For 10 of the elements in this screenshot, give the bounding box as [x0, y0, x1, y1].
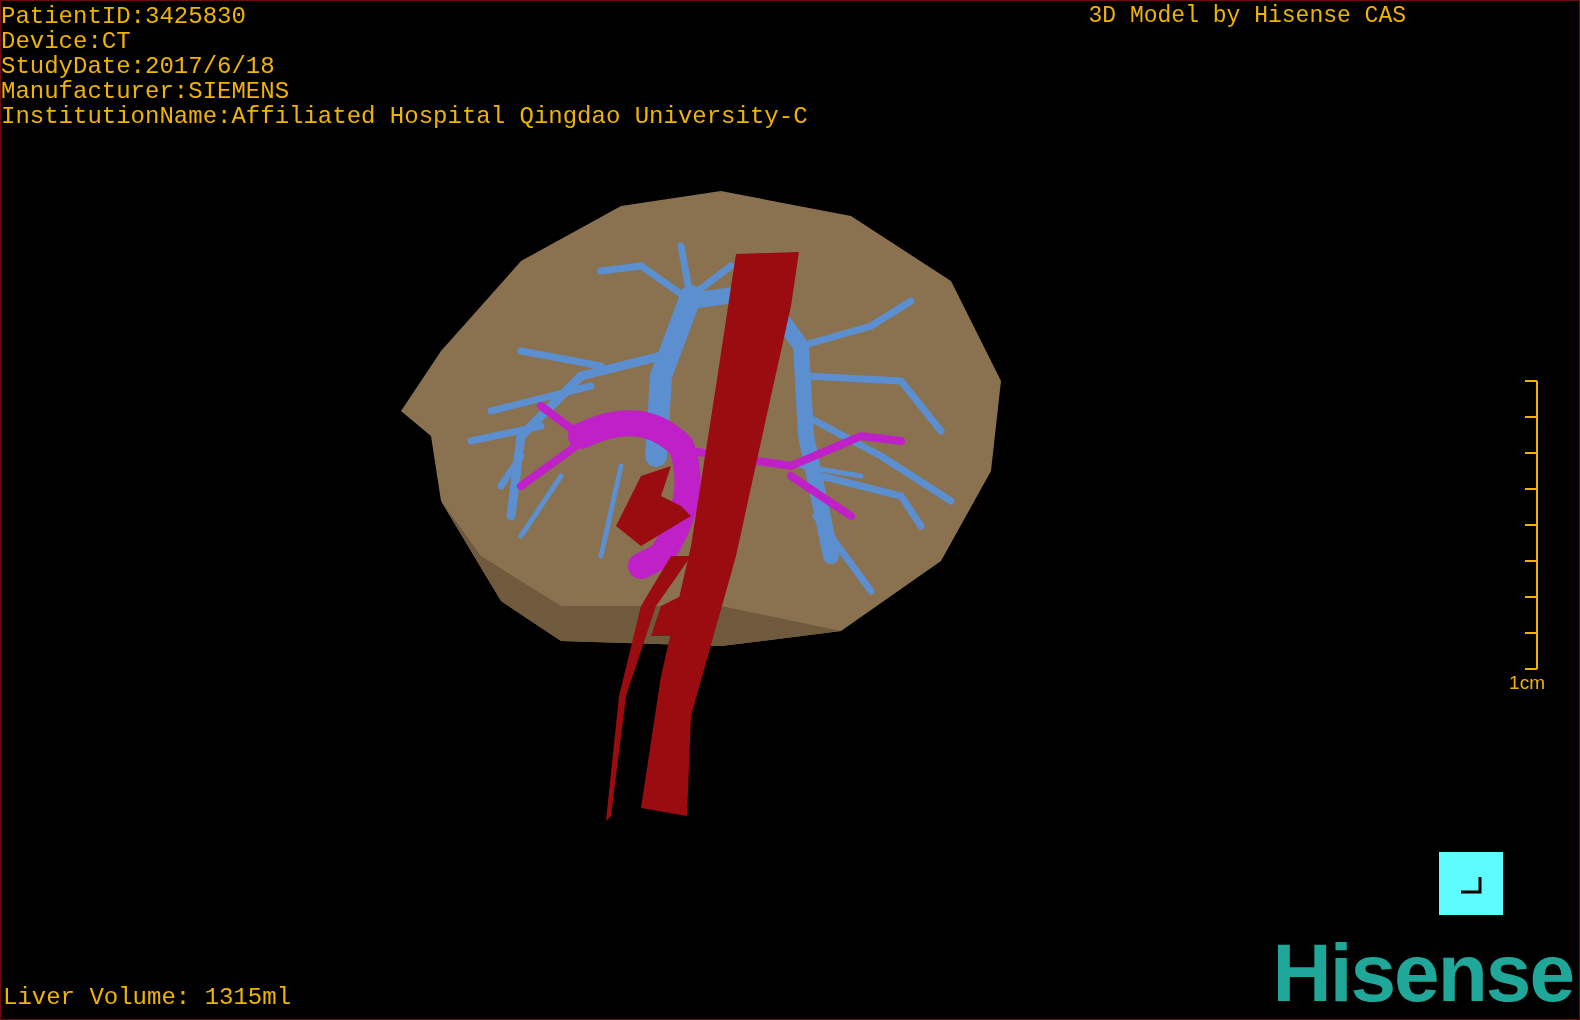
- brand-logo: Hisense: [1272, 937, 1573, 1009]
- viewer-title: 3D Model by Hisense CAS: [1088, 4, 1406, 29]
- info-text: StudyDate:2017/6/18: [1, 54, 275, 79]
- info-text: Manufacturer:SIEMENS: [1, 79, 290, 104]
- info-text: Device:CT: [1, 29, 131, 54]
- info-text: PatientID:3425830: [1, 4, 246, 29]
- corner-button[interactable]: [1439, 852, 1503, 915]
- scale-label: 1cm: [1509, 672, 1545, 694]
- info-text: InstitutionName:Affiliated Hospital Qingdao University-C: [1, 104, 808, 129]
- liver-volume-text: Liver Volume: 1315ml: [2, 985, 292, 1013]
